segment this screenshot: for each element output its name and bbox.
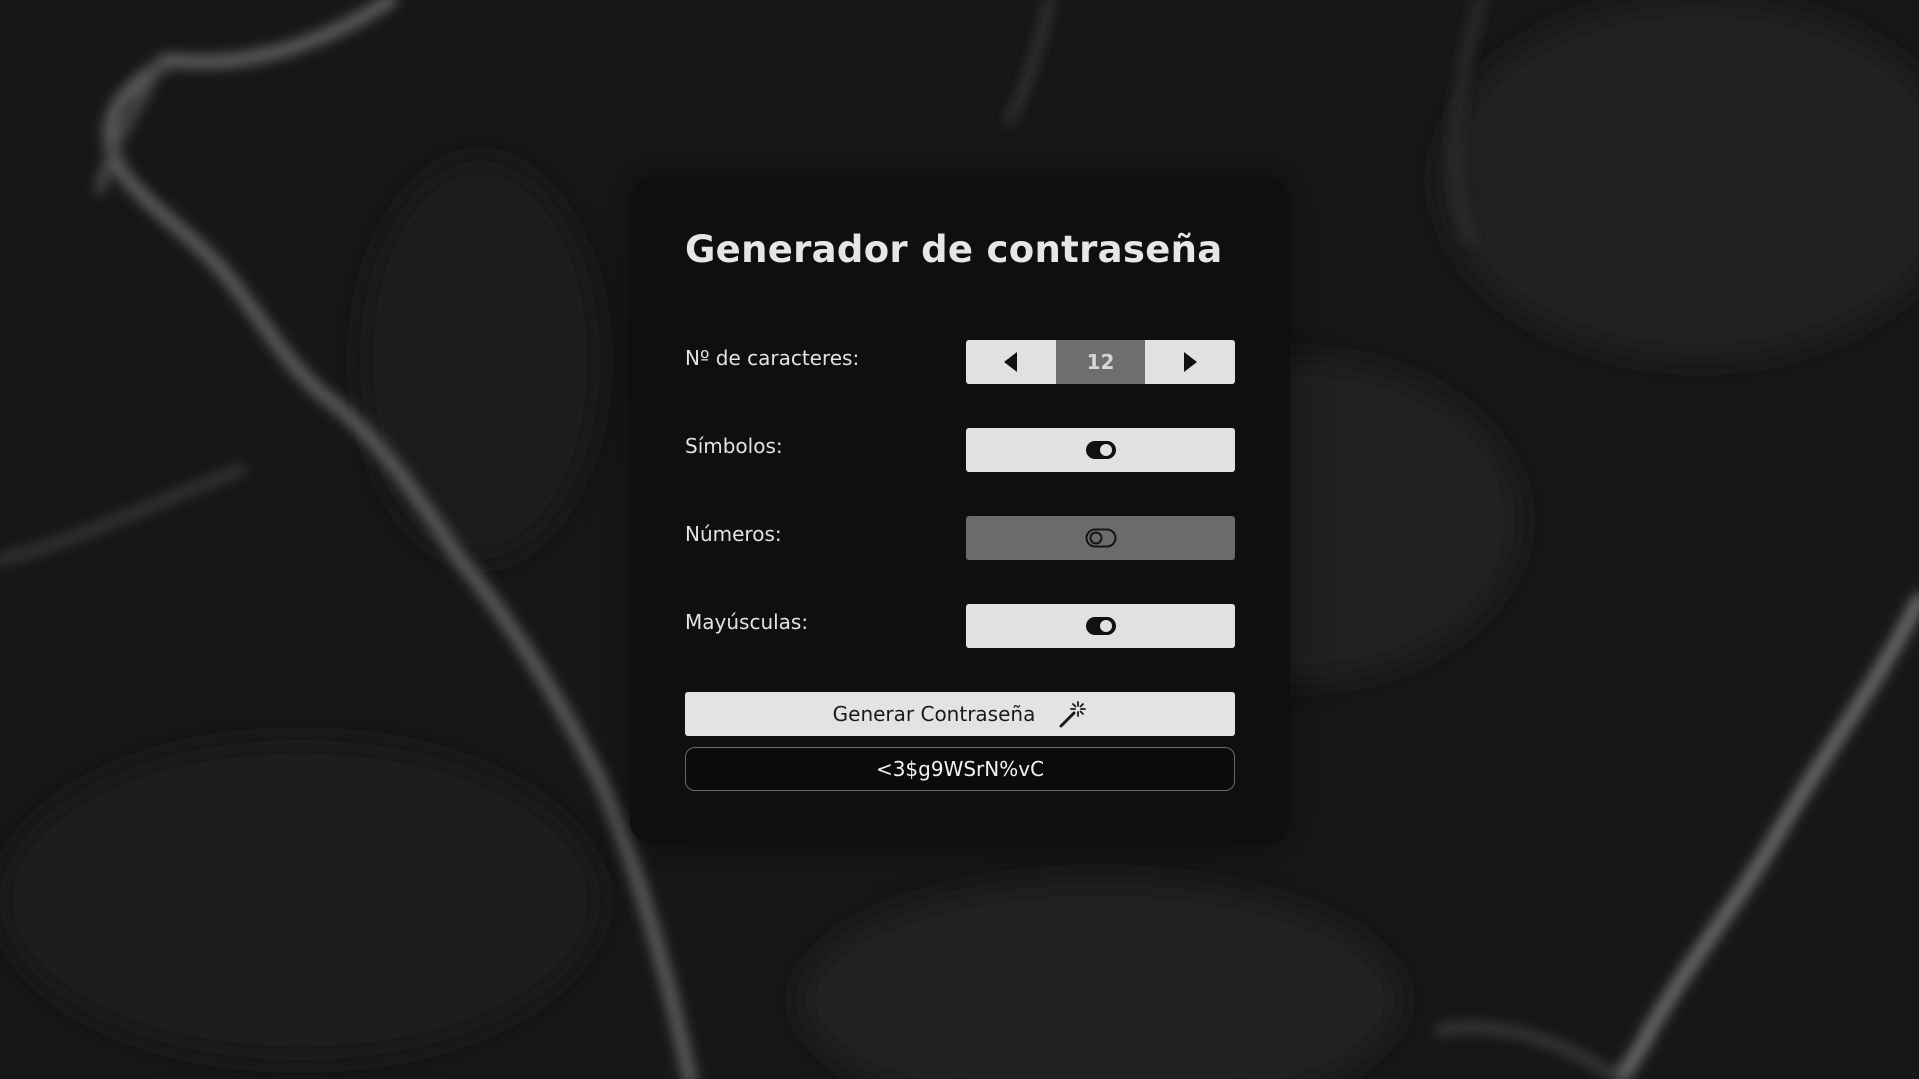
length-value: 12 bbox=[1056, 340, 1145, 384]
password-generator-card: Generador de contraseña Nº de caracteres… bbox=[630, 176, 1290, 846]
triangle-right-icon bbox=[1184, 352, 1197, 372]
generate-password-button[interactable]: Generar Contraseña bbox=[685, 692, 1235, 736]
generate-button-label: Generar Contraseña bbox=[832, 702, 1036, 726]
decrease-length-button[interactable] bbox=[966, 340, 1056, 384]
length-label: Nº de caracteres: bbox=[685, 346, 860, 370]
toggle-off-icon bbox=[1085, 528, 1116, 548]
uppercase-toggle[interactable] bbox=[966, 604, 1235, 648]
toggle-on-icon bbox=[1085, 617, 1116, 635]
password-output-field[interactable] bbox=[685, 747, 1235, 791]
increase-length-button[interactable] bbox=[1145, 340, 1235, 384]
magic-wand-icon bbox=[1059, 701, 1087, 728]
symbols-label: Símbolos: bbox=[685, 434, 783, 458]
length-stepper: 12 bbox=[966, 340, 1235, 384]
symbols-toggle[interactable] bbox=[966, 428, 1235, 472]
page-title: Generador de contraseña bbox=[685, 228, 1223, 271]
toggle-on-icon bbox=[1085, 441, 1116, 459]
triangle-left-icon bbox=[1004, 352, 1017, 372]
numbers-label: Números: bbox=[685, 522, 782, 546]
numbers-toggle[interactable] bbox=[966, 516, 1235, 560]
uppercase-label: Mayúsculas: bbox=[685, 610, 809, 634]
